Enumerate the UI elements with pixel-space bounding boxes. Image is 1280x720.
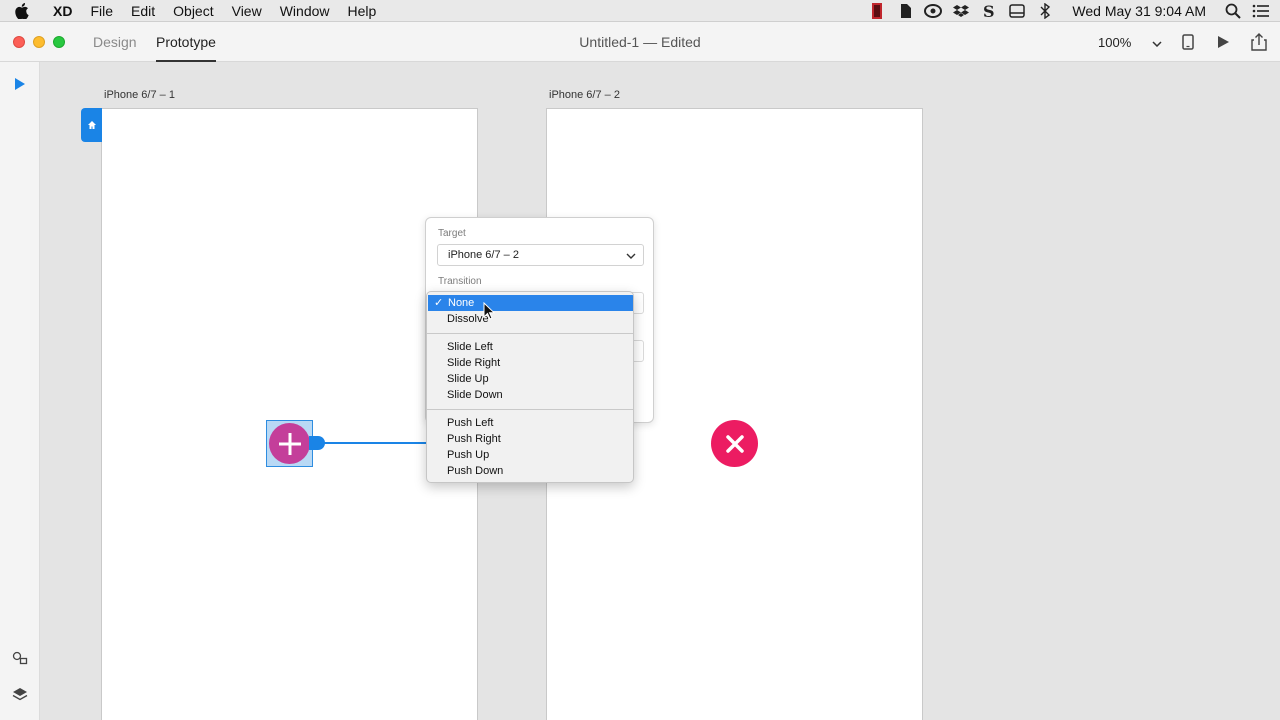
scrivener-icon[interactable]: S [980,3,998,19]
target-value: iPhone 6/7 – 2 [448,249,519,261]
mouse-cursor-icon [483,301,496,320]
dropdown-item-push-down[interactable]: Push Down [427,463,633,479]
evernote-icon[interactable] [896,3,914,19]
film-icon[interactable] [868,3,886,19]
add-button[interactable] [269,423,310,464]
chevron-down-icon [626,249,636,269]
select-arrow-icon[interactable] [10,74,30,94]
close-button[interactable] [711,420,758,467]
play-icon[interactable] [1214,33,1232,51]
dropdown-separator [427,409,633,410]
dropbox-icon[interactable] [952,3,970,19]
artboard-2-label[interactable]: iPhone 6/7 – 2 [549,89,620,101]
artboard-1[interactable] [101,108,478,720]
menu-object[interactable]: Object [164,0,222,22]
dropdown-item-slide-right[interactable]: Slide Right [427,355,633,371]
apple-icon[interactable] [0,2,44,19]
target-select[interactable]: iPhone 6/7 – 2 [437,244,644,266]
assets-icon[interactable] [10,648,30,668]
dropdown-item-label: None [448,297,475,309]
dropdown-item-slide-up[interactable]: Slide Up [427,371,633,387]
dropdown-item-dissolve[interactable]: Dissolve [427,311,633,327]
search-icon[interactable] [1224,3,1242,19]
plus-icon [278,432,301,455]
menu-bar: XD File Edit Object View Window Help S W… [0,0,1280,22]
window-toolbar: Design Prototype Untitled-1 — Edited 100… [0,22,1280,62]
transition-dropdown: ✓ None Dissolve Slide Left Slide Right S… [426,291,634,483]
menu-app-xd[interactable]: XD [44,0,81,22]
menu-edit[interactable]: Edit [122,0,164,22]
device-icon[interactable] [1179,33,1197,51]
wire-handle[interactable] [309,436,325,450]
tab-design[interactable]: Design [93,22,137,62]
prototype-wire [321,442,427,444]
zoom-select[interactable]: 100% [1098,32,1162,52]
menu-help[interactable]: Help [339,0,386,22]
dropdown-item-none[interactable]: ✓ None [428,295,633,311]
tool-rail [0,62,40,720]
dropdown-item-push-right[interactable]: Push Right [427,431,633,447]
clock[interactable]: Wed May 31 9:04 AM [1072,3,1206,19]
transition-label: Transition [438,276,482,287]
window-close-button[interactable] [13,36,25,48]
bluetooth-icon[interactable] [1036,3,1054,19]
menu-view[interactable]: View [223,0,271,22]
svg-text:S: S [983,3,995,19]
layers-icon[interactable] [10,684,30,704]
close-icon [725,434,744,453]
list-icon[interactable] [1252,3,1270,19]
window-minimize-button[interactable] [33,36,45,48]
dropdown-item-push-left[interactable]: Push Left [427,415,633,431]
dropdown-item-push-up[interactable]: Push Up [427,447,633,463]
menu-file[interactable]: File [81,0,122,22]
dropdown-item-slide-down[interactable]: Slide Down [427,387,633,403]
drive-icon[interactable] [1008,3,1026,19]
status-area: S Wed May 31 9:04 AM [868,0,1270,22]
canvas[interactable]: iPhone 6/7 – 1 iPhone 6/7 – 2 [41,62,1280,720]
checkmark-icon: ✓ [434,297,444,309]
target-label: Target [438,228,466,239]
creative-cloud-icon[interactable] [924,3,943,19]
dropdown-item-slide-left[interactable]: Slide Left [427,339,633,355]
zoom-value: 100% [1098,34,1132,50]
home-icon[interactable] [81,108,102,142]
artboard-1-label[interactable]: iPhone 6/7 – 1 [104,89,175,101]
window-zoom-button[interactable] [53,36,65,48]
menu-window[interactable]: Window [271,0,339,22]
add-button-selection[interactable] [266,420,313,467]
dropdown-separator [427,333,633,334]
tab-prototype[interactable]: Prototype [156,22,216,62]
chevron-down-icon [1152,35,1162,50]
share-icon[interactable] [1250,33,1268,51]
